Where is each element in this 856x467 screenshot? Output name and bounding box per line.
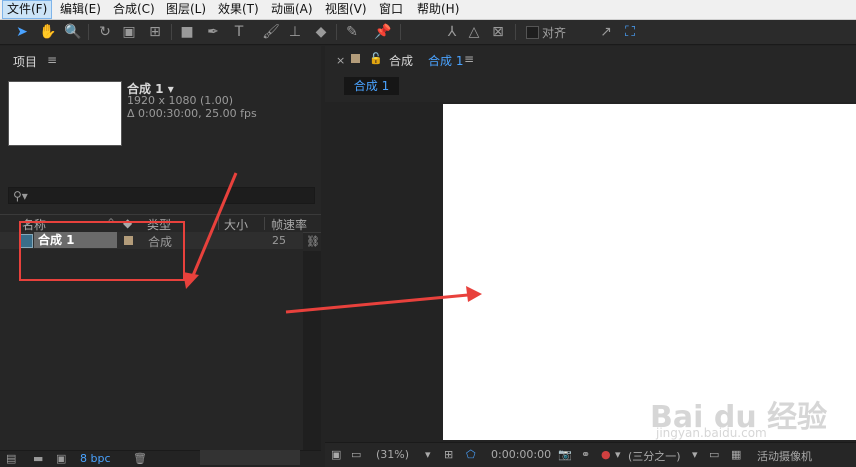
arrow-head-item (183, 272, 199, 289)
arrow-to-item (190, 172, 238, 279)
watermark-url: jingyan.baidu.com (656, 426, 767, 440)
arrow-head-canvas (466, 286, 482, 302)
arrow-to-canvas (285, 293, 469, 314)
